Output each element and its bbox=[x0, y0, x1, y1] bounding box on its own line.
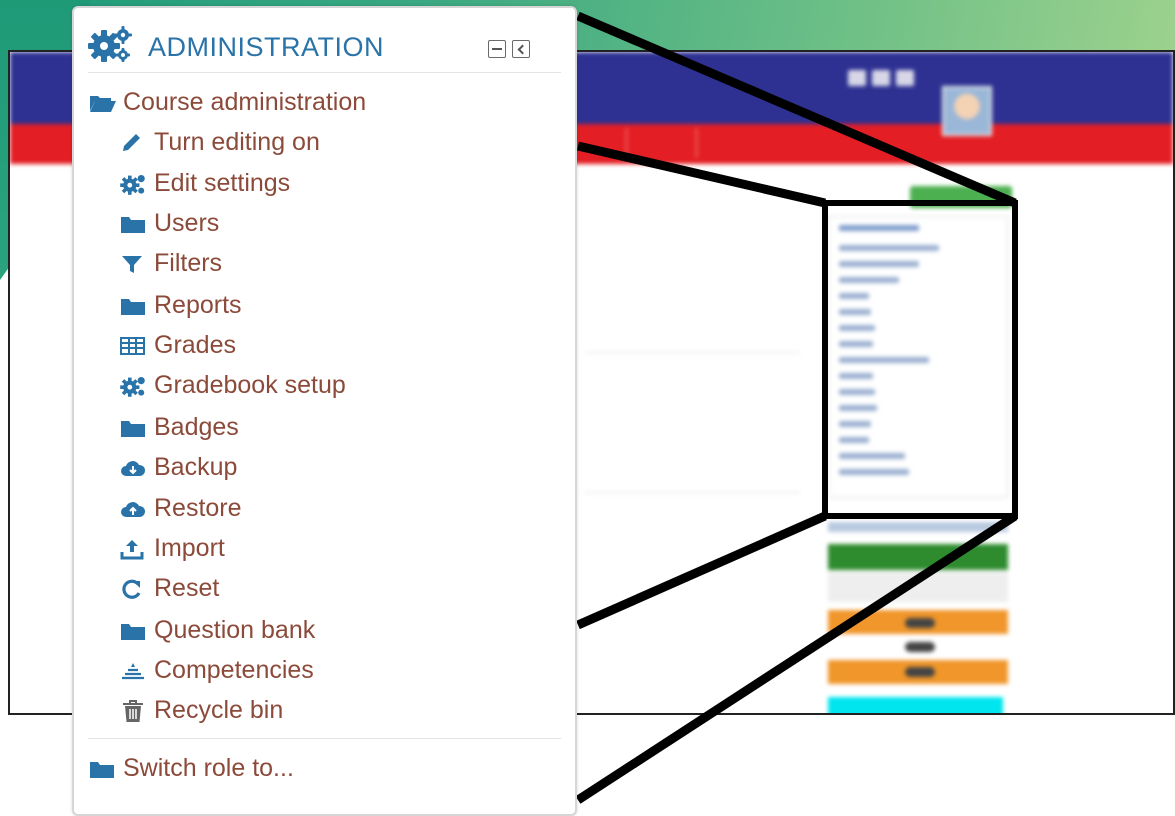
zoom-highlight-box bbox=[822, 200, 1018, 519]
refresh-icon bbox=[120, 577, 150, 601]
menu-item-label: Edit settings bbox=[154, 169, 291, 197]
administration-title: ADMINISTRATION bbox=[148, 32, 384, 62]
menu-item-label: Recycle bin bbox=[154, 696, 284, 724]
administration-block: ADMINISTRATION Course administration Tur… bbox=[72, 6, 577, 816]
menu-item-label: Import bbox=[154, 534, 225, 562]
cogs-icon bbox=[120, 172, 150, 196]
pencil-icon bbox=[120, 131, 150, 155]
folder-open-icon bbox=[89, 91, 119, 115]
callout-line-top-right bbox=[576, 11, 1017, 208]
menu-item-label: Competencies bbox=[154, 656, 314, 684]
reset-link[interactable]: Reset bbox=[120, 574, 219, 603]
callout-line-bottom-left bbox=[576, 511, 827, 630]
users-node[interactable]: Users bbox=[120, 209, 219, 238]
reports-node[interactable]: Reports bbox=[120, 291, 242, 320]
course-administration-label: Course administration bbox=[123, 88, 367, 116]
menu-item-label: Turn editing on bbox=[154, 128, 320, 156]
menu-item-label: Gradebook setup bbox=[154, 371, 346, 399]
cogs-icon bbox=[88, 24, 134, 69]
recycle-bin-link[interactable]: Recycle bin bbox=[120, 696, 283, 725]
gradebook-setup-link[interactable]: Gradebook setup bbox=[120, 371, 346, 400]
folder-icon bbox=[120, 619, 150, 643]
folder-icon bbox=[120, 212, 150, 236]
badges-node[interactable]: Badges bbox=[120, 413, 239, 442]
backup-link[interactable]: Backup bbox=[120, 453, 237, 482]
dock-block-button[interactable] bbox=[512, 40, 530, 58]
edit-settings-link[interactable]: Edit settings bbox=[120, 169, 290, 198]
folder-icon bbox=[120, 294, 150, 318]
cogs-icon bbox=[120, 374, 150, 398]
folder-icon bbox=[120, 416, 150, 440]
callout-line-bottom-right bbox=[575, 512, 1018, 804]
filter-icon bbox=[120, 252, 150, 276]
minimize-block-button[interactable] bbox=[488, 40, 506, 58]
administration-header: ADMINISTRATION bbox=[88, 22, 561, 73]
course-administration-node[interactable]: Course administration bbox=[89, 88, 366, 117]
competencies-icon bbox=[120, 659, 150, 683]
menu-item-label: Restore bbox=[154, 494, 242, 522]
cloud-upload-icon bbox=[120, 497, 150, 521]
import-link[interactable]: Import bbox=[120, 534, 225, 563]
menu-item-label: Question bank bbox=[154, 616, 316, 644]
folder-icon bbox=[89, 757, 119, 781]
table-icon bbox=[120, 334, 150, 358]
filters-link[interactable]: Filters bbox=[120, 249, 222, 278]
turn-editing-on-link[interactable]: Turn editing on bbox=[120, 128, 320, 157]
question-bank-node[interactable]: Question bank bbox=[120, 616, 315, 645]
menu-item-label: Backup bbox=[154, 453, 238, 481]
restore-link[interactable]: Restore bbox=[120, 494, 242, 523]
menu-item-label: Reset bbox=[154, 574, 220, 602]
menu-item-label: Filters bbox=[154, 249, 223, 277]
cloud-download-icon bbox=[120, 456, 150, 480]
menu-item-label: Grades bbox=[154, 331, 236, 359]
competencies-link[interactable]: Competencies bbox=[120, 656, 314, 685]
grades-link[interactable]: Grades bbox=[120, 331, 236, 360]
section-divider bbox=[88, 738, 561, 739]
switch-role-label: Switch role to... bbox=[123, 754, 294, 782]
menu-item-label: Reports bbox=[154, 291, 242, 319]
upload-icon bbox=[120, 537, 150, 561]
menu-item-label: Badges bbox=[154, 413, 239, 441]
menu-item-label: Users bbox=[154, 209, 220, 237]
callout-line-top-left bbox=[576, 141, 827, 208]
switch-role-node[interactable]: Switch role to... bbox=[89, 754, 294, 783]
trash-icon bbox=[120, 699, 150, 723]
